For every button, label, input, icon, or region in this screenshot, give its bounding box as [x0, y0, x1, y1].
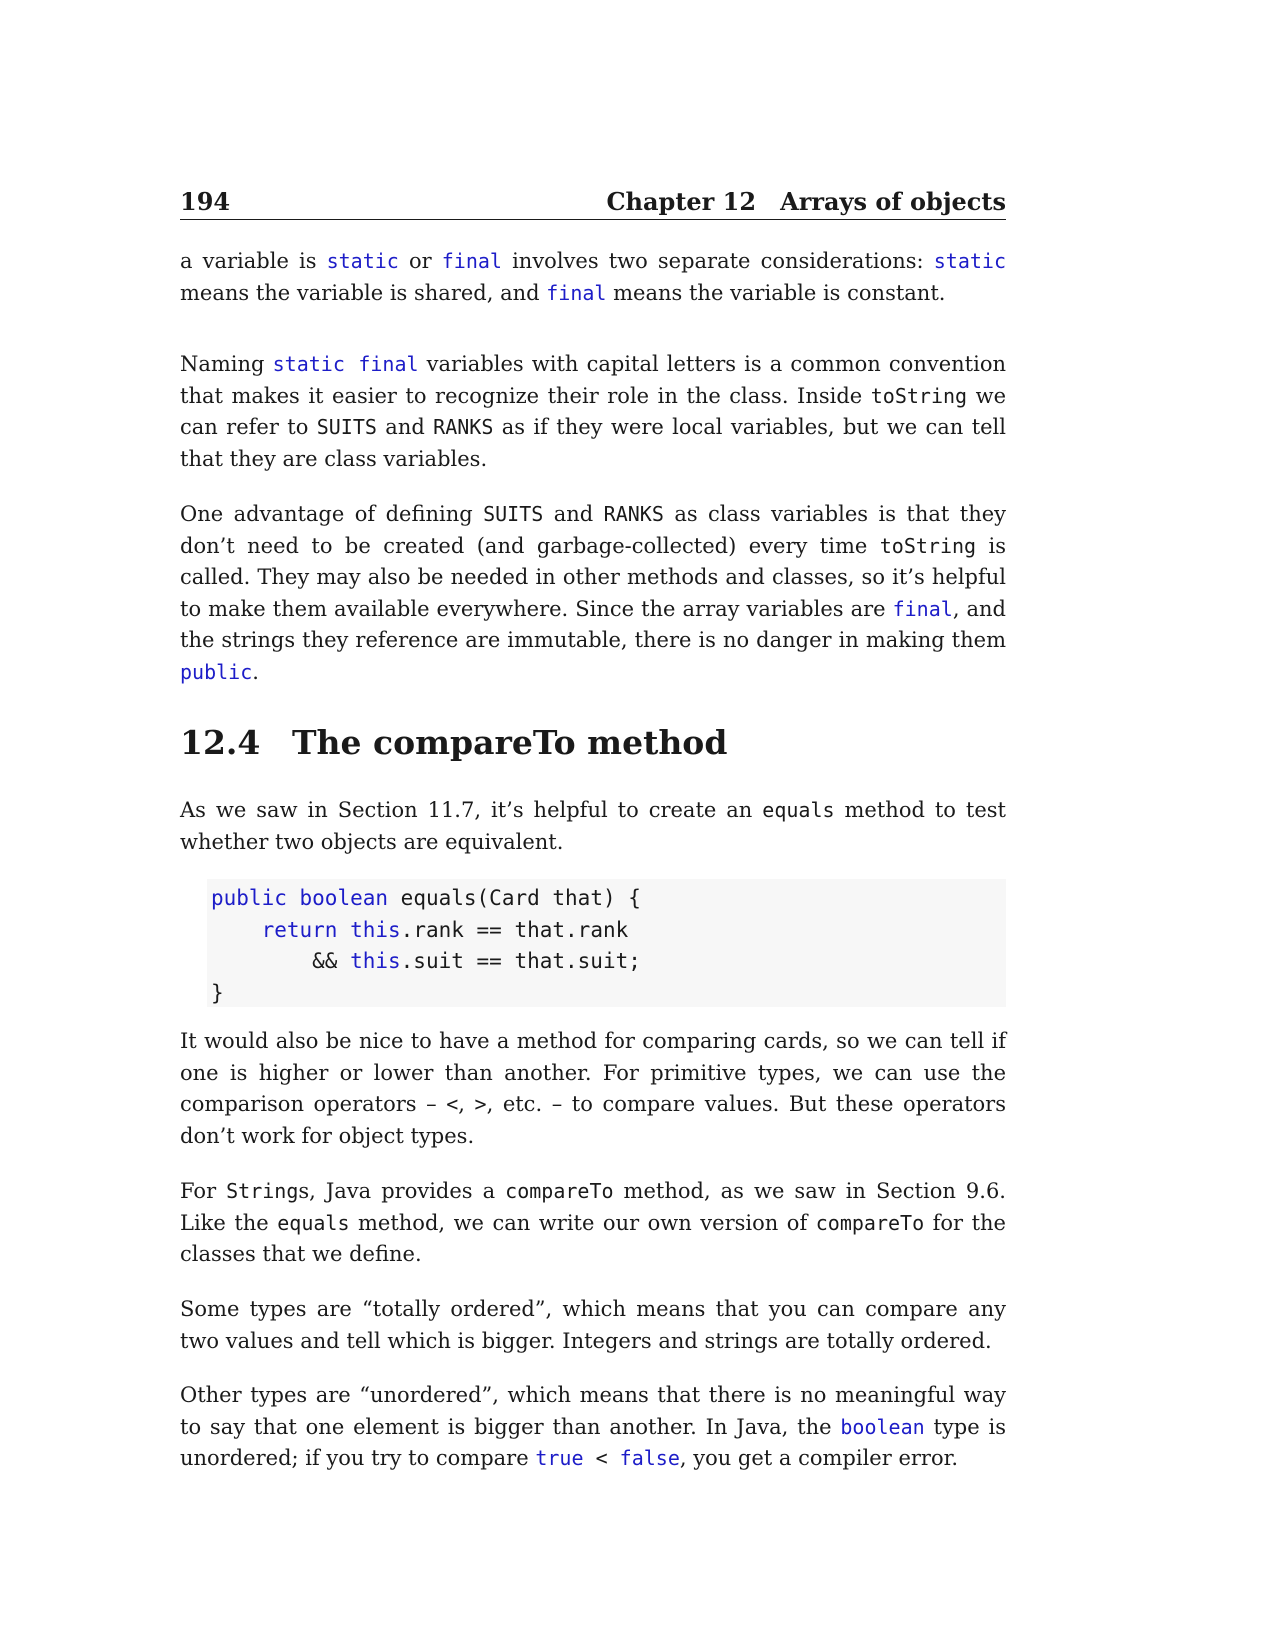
code-operator: <	[446, 1092, 459, 1116]
text: As we saw in Section 11.7, it’s helpful …	[180, 798, 763, 822]
code-identifier: SUITS	[316, 415, 377, 439]
code-identifier: equals	[762, 798, 835, 822]
paragraph-totally-ordered: Some types are “totally ordered”, which …	[180, 1294, 1006, 1357]
code-keyword: final	[441, 249, 502, 273]
code-keyword: public	[211, 886, 287, 910]
text: involves two separate considerations:	[501, 249, 934, 273]
code-text: &&	[211, 949, 351, 973]
page-number: 194	[180, 187, 231, 216]
code-identifier: equals	[277, 1210, 350, 1235]
code-line: }	[211, 978, 1006, 1010]
text: method, we can write our own version of	[349, 1210, 816, 1235]
section-heading: 12.4 The compareTo method	[180, 723, 727, 762]
code-keyword: final	[892, 596, 953, 621]
code-operator: >	[474, 1092, 487, 1116]
code-keyword: static	[326, 249, 399, 273]
section-number: 12.4	[180, 723, 261, 762]
text: Some types are “totally ordered”, which …	[180, 1297, 1006, 1353]
code-identifier: toString	[879, 533, 977, 558]
code-listing-equals: public boolean equals(Card that) { retur…	[207, 879, 1006, 1007]
paragraph-equals-intro: As we saw in Section 11.7, it’s helpful …	[180, 795, 1006, 858]
code-identifier: RANKS	[433, 415, 494, 439]
chapter-title: Arrays of objects	[780, 187, 1006, 216]
text: One advantage of defining	[180, 502, 484, 526]
text: a variable is	[180, 249, 327, 273]
running-header: 194 Chapter 12 Arrays of objects	[180, 183, 1006, 220]
code-text: equals(Card that) {	[388, 886, 641, 910]
code-keyword: final	[546, 280, 607, 305]
text: and	[376, 415, 434, 439]
code-line: && this.suit == that.suit;	[211, 946, 1006, 978]
text: Naming	[180, 352, 273, 376]
code-keyword: static	[933, 249, 1006, 273]
text: means the variable is constant.	[606, 280, 946, 305]
code-keyword: return	[261, 917, 338, 942]
text: s, Java provides a	[298, 1179, 506, 1203]
code-line: return this.rank == that.rank	[211, 915, 1006, 947]
code-identifier: toString	[870, 383, 968, 408]
code-line: public boolean equals(Card that) {	[211, 883, 1006, 915]
code-identifier: compareTo	[505, 1179, 614, 1203]
code-keyword: this	[350, 949, 401, 973]
paragraph-unordered: Other types are “unordered”, which means…	[180, 1380, 1006, 1475]
code-keyword: true	[535, 1446, 584, 1470]
chapter-heading: Chapter 12 Arrays of objects	[606, 187, 1006, 216]
code-identifier: SUITS	[483, 502, 544, 526]
paragraph-comparing-cards: It would also be nice to have a method f…	[180, 1026, 1006, 1152]
chapter-label: Chapter 12	[606, 187, 757, 216]
text: means the variable is shared, and	[180, 280, 547, 305]
paragraph-compareto-strings: For Strings, Java provides a compareTo m…	[180, 1176, 1006, 1271]
code-keyword: static final	[272, 352, 419, 376]
text: For	[180, 1179, 227, 1203]
code-identifier: RANKS	[603, 502, 664, 526]
paragraph-static-final: a variable is static or final involves t…	[180, 246, 1006, 309]
code-keyword: boolean	[840, 1414, 925, 1439]
code-text: .suit == that.suit;	[400, 949, 641, 973]
section-title: The compareTo method	[292, 723, 728, 762]
code-text: .rank == that.rank	[400, 917, 629, 942]
text: , you get a compiler error.	[679, 1446, 959, 1470]
paragraph-naming-convention: Naming static final variables with capit…	[180, 349, 1006, 475]
code-text: }	[211, 980, 224, 1005]
code-keyword: boolean	[299, 886, 389, 910]
text: or	[398, 249, 442, 273]
code-keyword: public	[180, 659, 253, 684]
code-identifier: compareTo	[815, 1210, 925, 1235]
code-identifier: String	[226, 1179, 299, 1203]
text: and	[543, 502, 604, 526]
code-keyword: this	[350, 917, 401, 942]
code-keyword: false	[619, 1446, 680, 1470]
paragraph-class-variables: One advantage of defining SUITS and RANK…	[180, 499, 1006, 688]
text: ,	[458, 1092, 475, 1116]
text: .	[252, 659, 259, 684]
code-operator: <	[595, 1446, 608, 1470]
